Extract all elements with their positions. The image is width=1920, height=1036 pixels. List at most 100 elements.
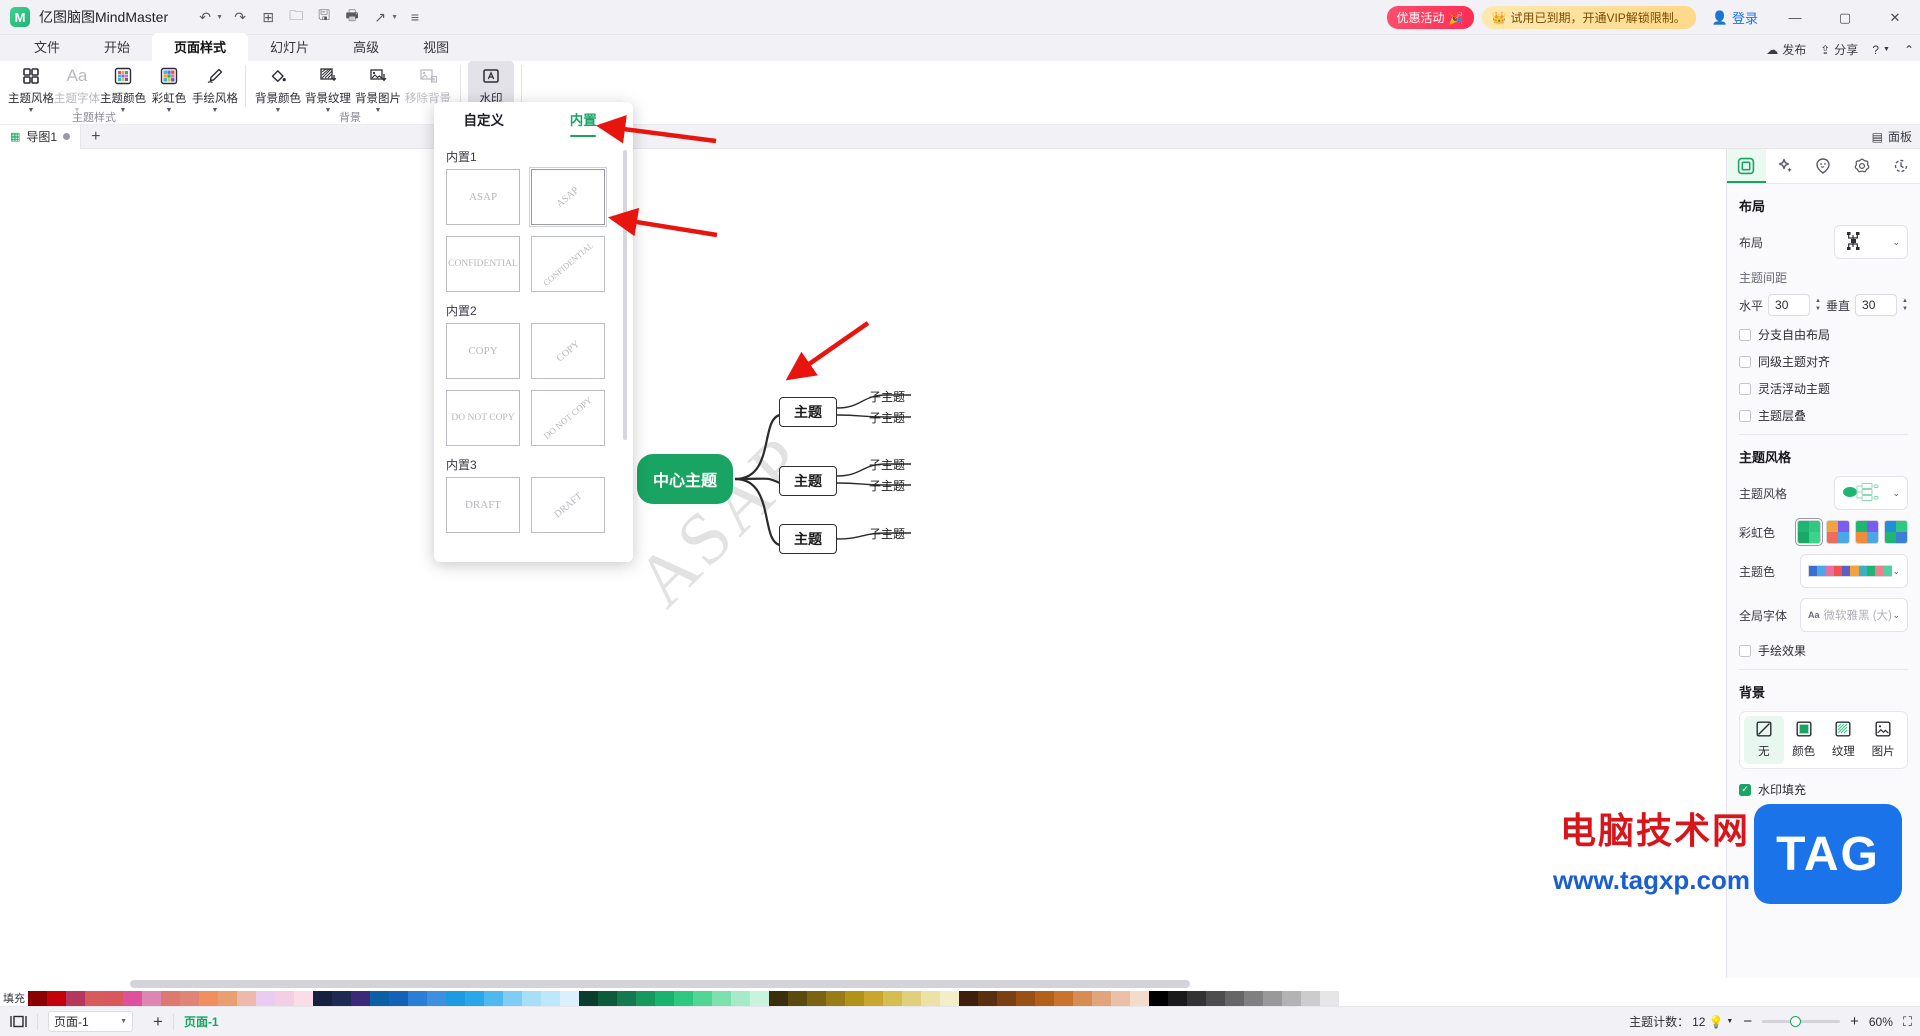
fill-swatch-24[interactable] [484,990,503,1006]
checkbox-box[interactable]: ✓ [1739,783,1751,796]
fill-swatch-25[interactable] [503,990,522,1006]
background-image-button[interactable]: 背景图片 ▼ [353,61,403,114]
fill-swatch-row[interactable] [28,990,1339,1006]
fill-swatch-41[interactable] [807,990,826,1006]
undo-button[interactable]: ↶ [192,5,218,29]
theme-color-select[interactable]: ⌄ [1800,554,1908,588]
layout-tab[interactable] [1727,149,1766,183]
fill-swatch-4[interactable] [104,990,123,1006]
fill-swatch-31[interactable] [617,990,636,1006]
central-topic-node[interactable]: 中心主题 [637,454,733,504]
subtopic-label-1[interactable]: 子主题 [869,388,905,405]
fill-color-palette[interactable]: 填充 [0,990,1920,1006]
undo-caret-icon[interactable]: ▼ [216,14,223,21]
more-tools-button[interactable]: ≡ [402,5,428,29]
fill-swatch-28[interactable] [560,990,579,1006]
watermark-item-confidential-rotated[interactable]: CONFIDENTIAL [531,236,605,292]
watermark-item-do-not-copy[interactable]: DO NOT COPY [446,390,520,446]
chevron-down-icon[interactable]: ▼ [120,107,127,114]
topic-node-2[interactable]: 主题 [779,466,837,496]
fill-swatch-1[interactable] [47,990,66,1006]
fill-swatch-37[interactable] [731,990,750,1006]
chevron-down-icon[interactable]: ⌄ [1892,237,1900,248]
fill-swatch-33[interactable] [655,990,674,1006]
ai-sparkle-tab[interactable] [1766,149,1805,183]
watermark-panel-body[interactable]: 内置1 ASAP ASAP CONFIDENTIAL CONFIDENTIAL … [434,142,633,562]
background-texture-option[interactable]: 纹理 [1824,716,1864,764]
fill-swatch-19[interactable] [389,990,408,1006]
settings-gear-tab[interactable] [1843,149,1882,183]
fill-swatch-39[interactable] [769,990,788,1006]
current-page-tab[interactable]: 页面-1 [174,1013,229,1030]
tab-page-style[interactable]: 页面样式 [152,33,249,61]
fill-swatch-6[interactable] [142,990,161,1006]
vertical-stepper[interactable]: ▲ ▼ [1902,298,1908,312]
open-button[interactable]: 🗀 [283,5,309,29]
fill-swatch-56[interactable] [1092,990,1111,1006]
fill-swatch-65[interactable] [1263,990,1282,1006]
publish-button[interactable]: ☁ 发布 [1766,41,1806,58]
background-texture-button[interactable]: 背景纹理 ▼ [303,61,353,114]
emoji-tab[interactable] [1804,149,1843,183]
fill-swatch-7[interactable] [161,990,180,1006]
checkbox-box[interactable] [1739,644,1751,657]
rainbow-color-button[interactable]: 彩虹色 ▼ [146,61,192,114]
maximize-button[interactable]: ▢ [1824,0,1866,35]
export-button[interactable]: ↗ [367,5,393,29]
fill-swatch-11[interactable] [237,990,256,1006]
background-color-option[interactable]: 颜色 [1784,716,1824,764]
fill-swatch-45[interactable] [883,990,902,1006]
checkbox-free-branch-layout[interactable]: 分支自由布局 [1739,326,1908,343]
horizontal-spacing-input[interactable]: 30 [1768,294,1811,316]
fill-swatch-55[interactable] [1073,990,1092,1006]
checkbox-topic-overlap[interactable]: 主题层叠 [1739,407,1908,424]
checkbox-flexible-floating-topic[interactable]: 灵活浮动主题 [1739,380,1908,397]
watermark-item-asap-rotated[interactable]: ASAP [529,167,607,227]
fill-swatch-58[interactable] [1130,990,1149,1006]
login-button[interactable]: 👤 登录 [1704,8,1766,27]
horizontal-scrollbar-thumb[interactable] [130,980,1190,988]
redo-button[interactable]: ↷ [227,5,253,29]
fill-swatch-9[interactable] [199,990,218,1006]
share-button[interactable]: ⇪ 分享 [1820,41,1858,58]
fill-swatch-60[interactable] [1168,990,1187,1006]
fill-swatch-8[interactable] [180,990,199,1006]
watermark-dropdown-panel[interactable]: 自定义 内置 内置1 ASAP ASAP CONFIDENTIAL CONFID… [434,102,633,562]
fill-swatch-54[interactable] [1054,990,1073,1006]
handdrawn-style-button[interactable]: 手绘风格 ▼ [192,61,238,114]
document-tab-1[interactable]: ▦ 导图1 [0,124,82,149]
fill-swatch-42[interactable] [826,990,845,1006]
fill-swatch-5[interactable] [123,990,142,1006]
fill-swatch-32[interactable] [636,990,655,1006]
fill-swatch-3[interactable] [85,990,104,1006]
watermark-item-copy-rotated[interactable]: COPY [531,323,605,379]
fill-swatch-62[interactable] [1206,990,1225,1006]
tab-view[interactable]: 视图 [401,33,471,61]
global-font-select[interactable]: Aa 微软雅黑 (大) ⌄ [1800,598,1908,632]
rainbow-swatch-3[interactable] [1855,520,1879,544]
mindmap-canvas[interactable]: ASAP 中心主题 主题 主题 主题 子主题 子主题 子主题 子主题 子主题 [0,149,1726,978]
help-button[interactable]: ? ▼ [1872,43,1890,57]
fill-swatch-27[interactable] [541,990,560,1006]
tab-file[interactable]: 文件 [12,33,82,61]
fill-swatch-47[interactable] [921,990,940,1006]
topic-node-3[interactable]: 主题 [779,524,837,554]
export-caret-icon[interactable]: ▼ [391,14,398,21]
fill-swatch-40[interactable] [788,990,807,1006]
vertical-spacing-input[interactable]: 30 [1855,294,1898,316]
history-clock-tab[interactable] [1881,149,1920,183]
chevron-down-icon[interactable]: ▼ [212,107,219,114]
subtopic-label-5[interactable]: 子主题 [869,525,905,542]
checkbox-box[interactable] [1739,409,1751,422]
tab-slides[interactable]: 幻灯片 [248,33,331,61]
panel-toggle-button[interactable]: ▤ 面板 [1872,128,1912,145]
fill-swatch-23[interactable] [465,990,484,1006]
chevron-down-icon[interactable]: ▼ [120,1018,127,1025]
page-selector[interactable]: 页面-1 ▼ [48,1011,133,1032]
subtopic-label-4[interactable]: 子主题 [869,477,905,494]
fill-swatch-10[interactable] [218,990,237,1006]
theme-style-button[interactable]: 主题风格 ▼ [8,61,54,114]
watermark-item-confidential[interactable]: CONFIDENTIAL [446,236,520,292]
chevron-down-icon[interactable]: ▼ [275,107,282,114]
fill-swatch-20[interactable] [408,990,427,1006]
